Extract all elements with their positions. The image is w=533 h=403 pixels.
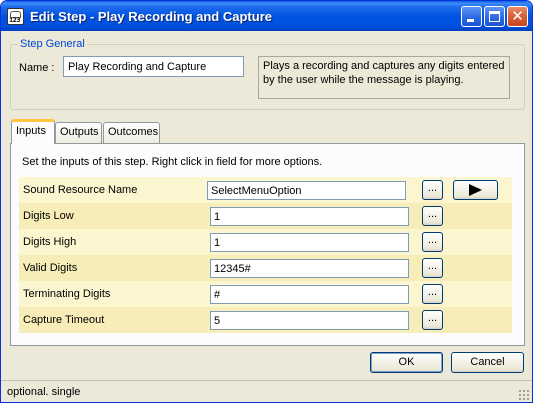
tab-outcomes[interactable]: Outcomes (103, 122, 160, 143)
close-button[interactable]: ✕ (507, 6, 528, 27)
step-general-legend: Step General (18, 38, 87, 50)
tab-outputs[interactable]: Outputs (55, 122, 102, 143)
input-row-terminating-digits: Terminating Digits ... (19, 281, 512, 307)
valid-digits-input[interactable] (210, 259, 409, 278)
edit-step-dialog: 123 Edit Step - Play Recording and Captu… (0, 0, 533, 403)
inputs-tab-panel: Set the inputs of this step. Right click… (10, 143, 525, 346)
name-input[interactable] (63, 56, 244, 77)
inputs-instructions: Set the inputs of this step. Right click… (22, 156, 323, 168)
step-general-group: Step General Name : Plays a recording an… (10, 38, 525, 110)
status-text: optional. single (7, 386, 81, 398)
row-label: Sound Resource Name (23, 184, 138, 196)
capture-timeout-input[interactable] (210, 311, 409, 330)
input-row-digits-high: Digits High ... (19, 229, 512, 255)
step-description: Plays a recording and captures any digit… (258, 56, 510, 99)
play-button[interactable] (453, 180, 498, 200)
terminating-digits-input[interactable] (210, 285, 409, 304)
row-label: Digits Low (23, 210, 74, 222)
row-label: Terminating Digits (23, 288, 111, 300)
sound-resource-name-browse-button[interactable]: ... (422, 180, 443, 200)
minimize-button[interactable] (461, 6, 482, 27)
valid-digits-browse-button[interactable]: ... (422, 258, 443, 278)
input-row-sound-resource-name: Sound Resource Name ... (19, 177, 512, 203)
row-label: Digits High (23, 236, 77, 248)
tab-inputs[interactable]: Inputs (11, 119, 55, 144)
status-bar: optional. single (1, 380, 532, 402)
cancel-button[interactable]: Cancel (451, 352, 524, 373)
minimize-icon (467, 19, 474, 22)
input-row-capture-timeout: Capture Timeout ... (19, 307, 512, 333)
phone-123-icon: 123 (7, 8, 24, 25)
input-row-digits-low: Digits Low ... (19, 203, 512, 229)
play-icon (469, 184, 482, 196)
resize-grip-icon[interactable] (518, 389, 529, 400)
digits-high-browse-button[interactable]: ... (422, 232, 443, 252)
capture-timeout-browse-button[interactable]: ... (422, 310, 443, 330)
close-icon: ✕ (511, 7, 524, 25)
sound-resource-name-input[interactable] (207, 181, 406, 200)
ok-button[interactable]: OK (370, 352, 443, 373)
name-label: Name : (19, 62, 55, 74)
title-bar[interactable]: 123 Edit Step - Play Recording and Captu… (1, 1, 532, 31)
maximize-icon (489, 11, 500, 22)
maximize-button[interactable] (484, 6, 505, 27)
digits-low-input[interactable] (210, 207, 409, 226)
row-label: Capture Timeout (23, 314, 105, 326)
row-label: Valid Digits (23, 262, 78, 274)
window-title: Edit Step - Play Recording and Capture (30, 9, 272, 24)
digits-high-input[interactable] (210, 233, 409, 252)
terminating-digits-browse-button[interactable]: ... (422, 284, 443, 304)
input-row-valid-digits: Valid Digits ... (19, 255, 512, 281)
digits-low-browse-button[interactable]: ... (422, 206, 443, 226)
